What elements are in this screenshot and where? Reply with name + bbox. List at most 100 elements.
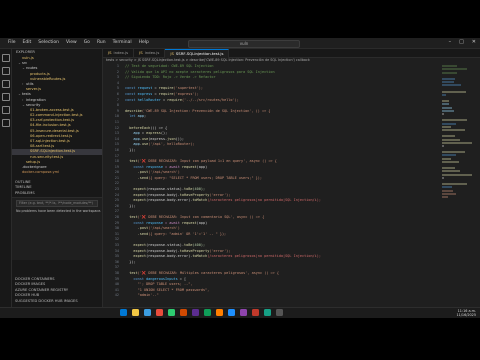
tree-item-label: setup.js xyxy=(26,159,41,164)
minimap-line xyxy=(442,81,455,84)
problems-section[interactable]: PROBLEMS xyxy=(12,191,102,196)
taskbar-app-icon[interactable] xyxy=(180,309,187,316)
menu-run[interactable]: Run xyxy=(97,40,106,46)
code-token: "admin'--" xyxy=(125,293,159,298)
minimap[interactable] xyxy=(442,64,472,304)
code-token: ('../../src/routes/hello'); xyxy=(181,97,239,102)
menu-edit[interactable]: Edit xyxy=(23,40,32,46)
activity-bar xyxy=(0,49,12,307)
menu-help[interactable]: Help xyxy=(139,40,149,46)
code-editor[interactable]: 1// Test de seguridad: CWE-89 SQL Inject… xyxy=(103,64,433,304)
source-control-icon[interactable] xyxy=(1,80,10,88)
minimap-line xyxy=(442,90,467,93)
suggested-images-section[interactable]: SUGGESTED DOCKER HUB IMAGES xyxy=(12,299,102,304)
tree-item[interactable]: docker-compose.yml xyxy=(12,170,102,175)
menu-terminal[interactable]: Terminal xyxy=(113,40,132,46)
minimap-line xyxy=(442,144,444,147)
tree-item-label: vuln.js xyxy=(22,56,34,60)
command-center[interactable]: vuln xyxy=(188,39,300,48)
minimap-line xyxy=(442,128,465,131)
menu-file[interactable]: File xyxy=(8,40,16,46)
taskbar-app-icon[interactable] xyxy=(192,309,199,316)
menu-selection[interactable]: Selection xyxy=(38,40,59,46)
sidebar-sections-bottom: DOCKER CONTAINERS DOCKER IMAGES AZURE CO… xyxy=(12,277,102,304)
taskbar-app-icon[interactable] xyxy=(168,309,175,316)
window-controls: – □ ✕ xyxy=(449,39,476,45)
taskbar-app-icon[interactable] xyxy=(264,309,271,316)
breadcrumb[interactable]: tests > security > JS SSRF-SQLInjection.… xyxy=(106,58,476,63)
run-debug-icon[interactable] xyxy=(1,93,10,101)
code-token: }); xyxy=(125,147,136,152)
code-token: .send xyxy=(125,175,149,180)
line-number: 42 xyxy=(114,293,119,298)
extensions-icon[interactable] xyxy=(1,106,10,114)
menu-view[interactable]: View xyxy=(66,40,77,46)
problems-message: No problems have been detected in the wo… xyxy=(16,209,102,213)
taskbar-app-icon[interactable] xyxy=(240,309,247,316)
search-icon[interactable] xyxy=(1,67,10,75)
taskbar-app-icon[interactable] xyxy=(216,309,223,316)
taskbar-app-icon[interactable] xyxy=(132,309,139,316)
tree-item-label: 08-ssrf.test.js xyxy=(30,144,55,149)
taskbar-app-icon[interactable] xyxy=(276,309,283,316)
maximize-icon[interactable]: □ xyxy=(459,39,464,45)
tab-index-2[interactable]: JS index.js xyxy=(134,49,166,57)
tab-label: SSRF-SQLInjection.test.js xyxy=(175,51,224,56)
docker-icon[interactable] xyxy=(1,119,10,127)
taskbar-apps xyxy=(120,309,283,316)
taskbar-app-icon[interactable] xyxy=(204,309,211,316)
tree-item-label: security xyxy=(26,102,41,107)
minimap-line xyxy=(442,119,467,122)
taskbar-app-icon[interactable] xyxy=(144,309,151,316)
tab-index-1[interactable]: JS index.js xyxy=(103,49,135,57)
code-token: ({ query: "SELECT * FROM users; DROP TAB… xyxy=(148,175,262,180)
minimap-line xyxy=(442,106,452,109)
code-token: .send xyxy=(125,231,149,236)
tree-item-label: docker-compose.yml xyxy=(22,170,60,175)
tree-item-label: run-security.test.js xyxy=(30,154,64,159)
minimap-line xyxy=(442,157,452,160)
code-token: (response.body.error). xyxy=(146,198,193,203)
tree-item-label: routes xyxy=(26,66,38,71)
minimap-line xyxy=(442,154,456,157)
code-token: (app) xyxy=(196,164,208,169)
minimap-line xyxy=(442,84,461,87)
minimap-line xyxy=(442,71,458,74)
menu-go[interactable]: Go xyxy=(84,40,90,46)
minimap-line xyxy=(442,192,456,195)
taskbar-app-icon[interactable] xyxy=(252,309,259,316)
tree-item-label: 07-sql-injection.test.js xyxy=(30,139,70,143)
explorer-icon[interactable] xyxy=(1,54,10,62)
taskbar-app-icon[interactable] xyxy=(228,309,235,316)
tree-item-label: 04-file-inclusion.test.js xyxy=(30,123,71,128)
close-icon[interactable]: ✕ xyxy=(472,39,476,45)
problems-filter-input[interactable]: Filter (e.g. text, **/*.ts, !**/node_mod… xyxy=(16,200,98,207)
code-token: const xyxy=(125,97,138,102)
code-token: (response.body.error). xyxy=(146,254,193,259)
vertical-scrollbar[interactable] xyxy=(474,64,480,304)
tree-item-label: utils xyxy=(26,81,34,86)
minimap-line xyxy=(442,170,460,173)
minimap-line xyxy=(442,138,460,141)
minimap-line xyxy=(442,68,467,71)
clock-date[interactable]: 11/16/2025 xyxy=(456,313,476,317)
title-bar: File Edit Selection View Go Run Terminal… xyxy=(0,38,480,49)
taskbar-app-icon[interactable] xyxy=(156,309,163,316)
minimap-line xyxy=(442,186,453,189)
minimize-icon[interactable]: – xyxy=(449,39,452,45)
code-token: (/caracteres peligrosos|no permitido|SQL… xyxy=(207,254,321,259)
minimap-line xyxy=(442,103,449,106)
code-token: request xyxy=(181,220,197,225)
code-token: (app) xyxy=(196,220,208,225)
windows-taskbar: 11:16 a.m. 11/16/2025 xyxy=(0,307,480,318)
taskbar-app-icon[interactable] xyxy=(120,309,127,316)
file-tree: vuln.js ⌄src ⌄routes products.js vulnerableR… xyxy=(12,56,102,175)
tree-item-label: .dockerignore xyxy=(22,164,47,169)
tab-ssrf-sqlinjection[interactable]: JS SSRF-SQLInjection.test.js xyxy=(165,49,230,58)
code-token: ('/api', helloRouter); xyxy=(148,142,195,147)
code-line[interactable]: 42 "admin'--" xyxy=(103,293,433,299)
tree-item-label: 02-command-injection.test.js xyxy=(30,113,83,118)
code-token: require xyxy=(167,97,182,102)
tree-item-label: vulnerableRoutes.js xyxy=(30,76,66,81)
explorer-sidebar: EXPLORER vuln.js ⌄src ⌄routes products.js vu… xyxy=(12,49,103,307)
